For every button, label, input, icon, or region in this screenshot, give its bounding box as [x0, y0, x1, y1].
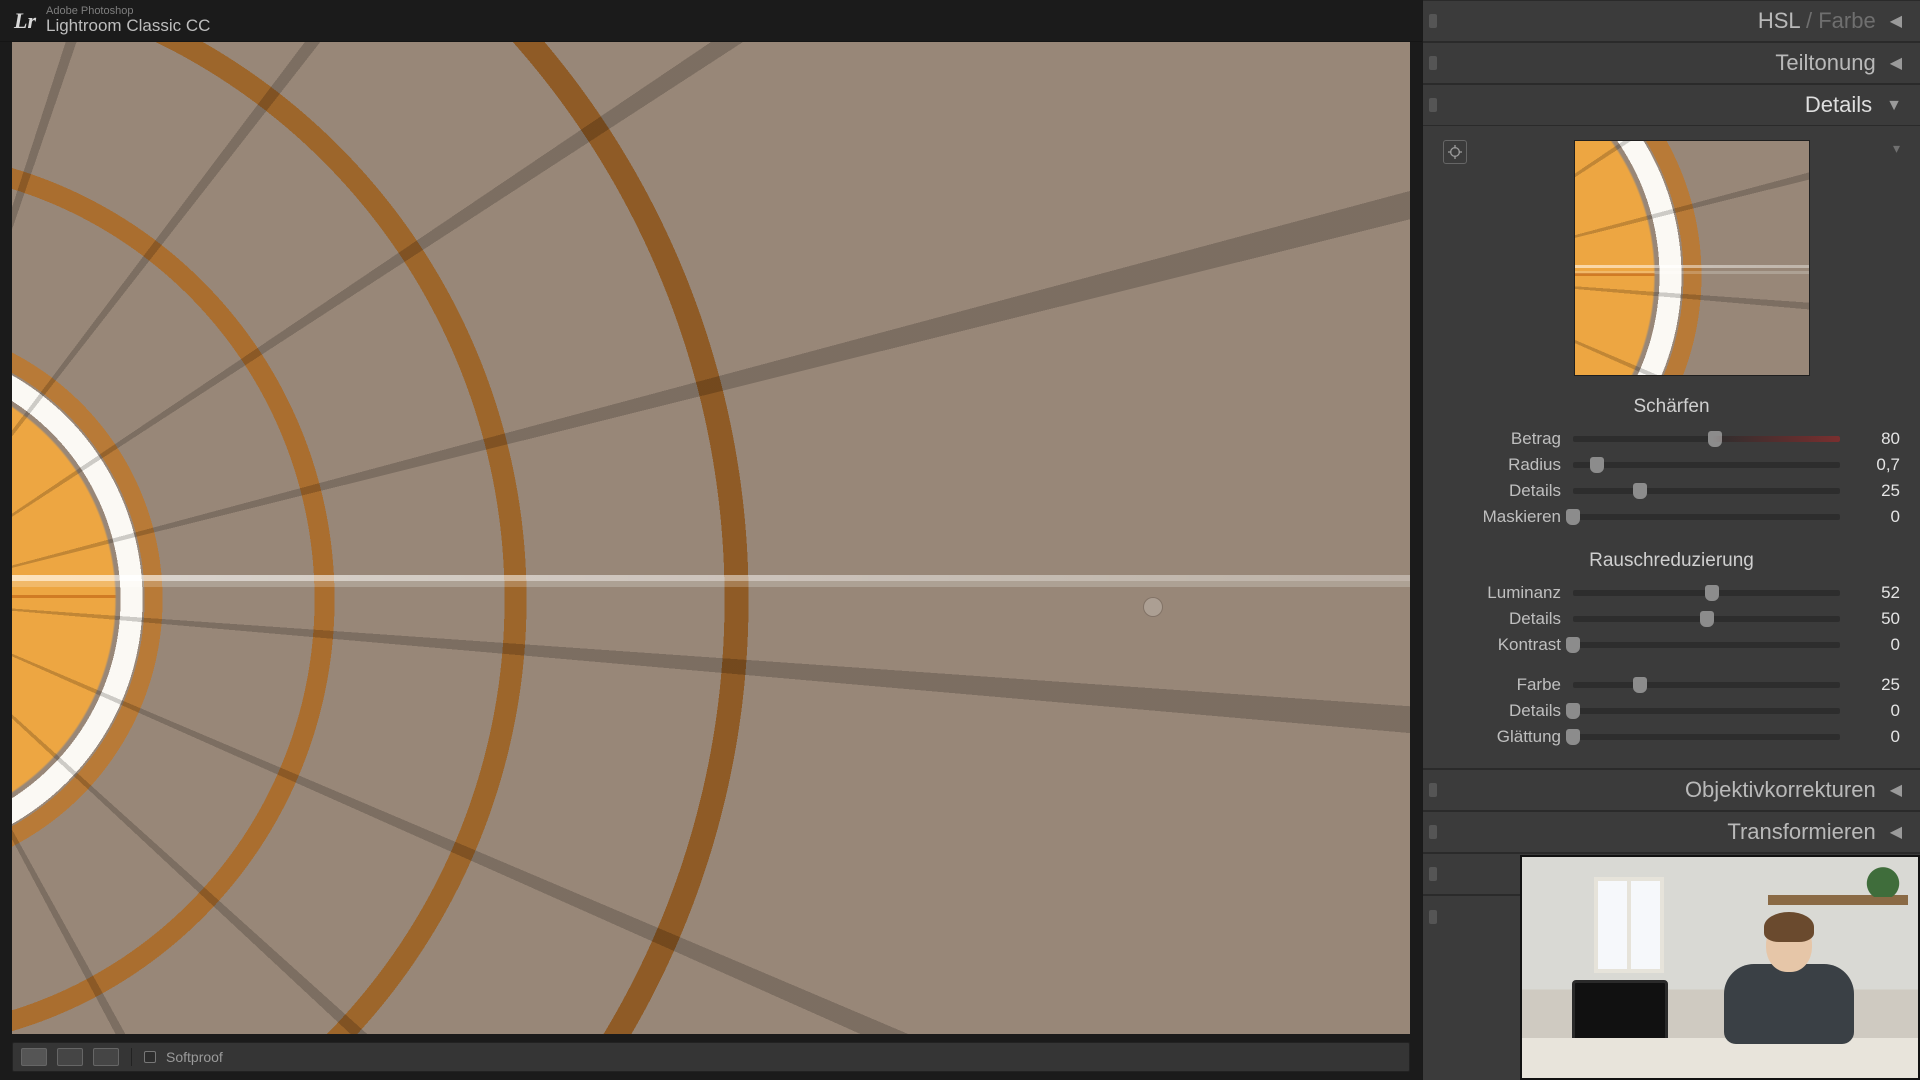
slider-handle-icon[interactable]	[1566, 729, 1580, 745]
webcam-image	[1522, 857, 1918, 1078]
slider-track[interactable]	[1573, 436, 1840, 442]
slider-maskieren[interactable]: Maskieren 0	[1443, 504, 1900, 530]
slider-handle-icon[interactable]	[1566, 703, 1580, 719]
slider-label: Kontrast	[1443, 635, 1561, 655]
image-preview[interactable]	[12, 42, 1410, 1034]
panel-title-transformieren: Transformieren	[1727, 819, 1875, 845]
slider-handle-icon[interactable]	[1590, 457, 1604, 473]
slider-track[interactable]	[1573, 708, 1840, 714]
toolbar-separator	[131, 1048, 132, 1066]
collapse-left-icon: ◀	[1890, 11, 1902, 31]
hand-cursor-icon	[1144, 598, 1162, 616]
slider-details-farbe[interactable]: Details 0	[1443, 698, 1900, 724]
slider-track[interactable]	[1573, 682, 1840, 688]
app-name: Lightroom Classic CC	[46, 17, 210, 35]
slider-radius[interactable]: Radius 0,7	[1443, 452, 1900, 478]
slider-handle-icon[interactable]	[1708, 431, 1722, 447]
panel-body-details: ▾ Schärfen Betrag 80 Radius 0,7 Details …	[1423, 126, 1920, 769]
panel-title-details: Details	[1805, 92, 1872, 118]
collapse-left-icon: ◀	[1890, 822, 1902, 842]
slider-handle-icon[interactable]	[1566, 509, 1580, 525]
slider-track[interactable]	[1573, 642, 1840, 648]
slider-value[interactable]: 0	[1852, 701, 1900, 721]
slider-handle-icon[interactable]	[1705, 585, 1719, 601]
slider-handle-icon[interactable]	[1633, 677, 1647, 693]
panel-switch-icon	[1429, 910, 1437, 924]
slider-value[interactable]: 50	[1852, 609, 1900, 629]
app-logo: Lr	[14, 8, 36, 34]
panel-switch-icon[interactable]	[1429, 783, 1437, 797]
slider-glaettung[interactable]: Glättung 0	[1443, 724, 1900, 750]
slider-label: Maskieren	[1443, 507, 1561, 527]
slider-value[interactable]: 25	[1852, 675, 1900, 695]
webcam-overlay	[1520, 855, 1920, 1080]
slider-farbe[interactable]: Farbe 25	[1443, 672, 1900, 698]
titlebar: Lr Adobe Photoshop Lightroom Classic CC	[0, 0, 1422, 42]
collapse-down-icon: ▼	[1886, 97, 1902, 115]
slider-handle-icon[interactable]	[1566, 637, 1580, 653]
crosshair-icon	[1448, 145, 1462, 159]
panel-title-teiltonung: Teiltonung	[1775, 50, 1875, 76]
slider-label: Radius	[1443, 455, 1561, 475]
section-heading-sharpen: Schärfen	[1443, 396, 1900, 418]
slider-track[interactable]	[1573, 514, 1840, 520]
thumbnail-image	[1574, 140, 1810, 376]
panel-switch-icon[interactable]	[1429, 867, 1437, 881]
slider-label: Luminanz	[1443, 583, 1561, 603]
panel-switch-icon[interactable]	[1429, 56, 1437, 70]
section-heading-noise: Rauschreduzierung	[1443, 550, 1900, 572]
slider-track[interactable]	[1573, 590, 1840, 596]
view-mode-survey-button[interactable]	[93, 1048, 119, 1066]
slider-kontrast[interactable]: Kontrast 0	[1443, 632, 1900, 658]
panel-title-sep: /	[1800, 8, 1818, 33]
slider-label: Farbe	[1443, 675, 1561, 695]
slider-label: Betrag	[1443, 429, 1561, 449]
slider-handle-icon[interactable]	[1633, 483, 1647, 499]
collapse-left-icon: ◀	[1890, 53, 1902, 73]
panel-header-transformieren[interactable]: Transformieren ◀	[1423, 811, 1920, 853]
slider-value[interactable]: 0	[1852, 727, 1900, 747]
slider-label: Details	[1443, 701, 1561, 721]
detail-target-picker-button[interactable]	[1443, 140, 1467, 164]
panel-title-hsl: HSL	[1758, 8, 1800, 33]
slider-value[interactable]: 80	[1852, 429, 1900, 449]
panel-header-hsl[interactable]: HSL / Farbe ◀	[1423, 0, 1920, 42]
view-mode-compare-button[interactable]	[57, 1048, 83, 1066]
softproof-label: Softproof	[166, 1049, 223, 1065]
slider-value[interactable]: 52	[1852, 583, 1900, 603]
slider-label: Glättung	[1443, 727, 1561, 747]
slider-label: Details	[1443, 481, 1561, 501]
panel-switch-icon[interactable]	[1429, 14, 1437, 28]
slider-luminanz[interactable]: Luminanz 52	[1443, 580, 1900, 606]
slider-betrag[interactable]: Betrag 80	[1443, 426, 1900, 452]
slider-track[interactable]	[1573, 488, 1840, 494]
panel-header-details[interactable]: Details ▼	[1423, 84, 1920, 126]
panel-title-objektivkorrekturen: Objektivkorrekturen	[1685, 777, 1876, 803]
panel-header-objektivkorrekturen[interactable]: Objektivkorrekturen ◀	[1423, 769, 1920, 811]
slider-track[interactable]	[1573, 616, 1840, 622]
slider-details-luminanz[interactable]: Details 50	[1443, 606, 1900, 632]
panel-title-farbe: Farbe	[1818, 8, 1875, 33]
slider-handle-icon[interactable]	[1700, 611, 1714, 627]
detail-zoom-thumbnail[interactable]	[1574, 140, 1810, 376]
slider-value[interactable]: 0	[1852, 507, 1900, 527]
collapse-left-icon: ◀	[1890, 780, 1902, 800]
bottom-toolbar: Softproof	[12, 1042, 1410, 1072]
detail-disclosure-icon[interactable]: ▾	[1893, 140, 1900, 157]
slider-track[interactable]	[1573, 462, 1840, 468]
slider-value[interactable]: 0	[1852, 635, 1900, 655]
slider-details-sharpen[interactable]: Details 25	[1443, 478, 1900, 504]
panel-switch-icon[interactable]	[1429, 98, 1437, 112]
slider-value[interactable]: 25	[1852, 481, 1900, 501]
slider-track[interactable]	[1573, 734, 1840, 740]
panel-header-teiltonung[interactable]: Teiltonung ◀	[1423, 42, 1920, 84]
slider-label: Details	[1443, 609, 1561, 629]
softproof-checkbox[interactable]	[144, 1051, 156, 1063]
view-mode-loupe-button[interactable]	[21, 1048, 47, 1066]
slider-value[interactable]: 0,7	[1852, 455, 1900, 475]
preview-image	[12, 42, 1410, 1034]
panel-switch-icon[interactable]	[1429, 825, 1437, 839]
